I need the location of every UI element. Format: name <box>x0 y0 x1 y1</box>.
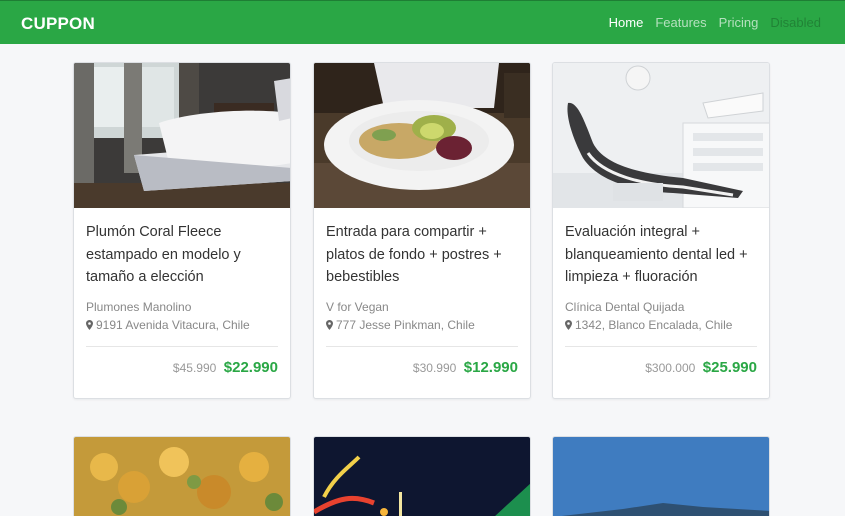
food-image <box>74 437 290 516</box>
brand-logo[interactable]: CUPPON <box>21 14 95 34</box>
address-text: 1342, Blanco Encalada, Chile <box>575 318 733 332</box>
deal-title[interactable]: Evaluación integral + blanqueamiento den… <box>565 221 757 291</box>
address: 9191 Avenida Vitacura, Chile <box>86 318 278 332</box>
old-price: $30.990 <box>412 361 457 375</box>
deal-title[interactable]: Entrada para compartir + platos de fondo… <box>326 221 518 291</box>
deal-card-image-food[interactable] <box>73 436 291 516</box>
address-text: 777 Jesse Pinkman, Chile <box>336 318 475 332</box>
map-marker-icon <box>86 320 93 330</box>
nav-disabled: Disabled <box>770 15 821 30</box>
old-price: $300.000 <box>645 361 696 375</box>
new-price: $22.990 <box>223 359 278 376</box>
deal-card[interactable]: Plumón Coral Fleece estampado en modelo … <box>73 62 291 399</box>
dental-chair-image <box>553 63 769 208</box>
old-price: $45.990 <box>172 361 217 375</box>
deal-card-image-mountain[interactable] <box>552 436 770 516</box>
price-row: $300.000 $25.990 <box>565 347 757 393</box>
merchant-name: Plumones Manolino <box>86 300 192 314</box>
nav-home[interactable]: Home <box>609 15 644 30</box>
night-lights-image <box>314 437 530 516</box>
navbar: CUPPON Home Features Pricing Disabled <box>0 0 845 44</box>
nav-features[interactable]: Features <box>655 15 706 30</box>
map-marker-icon <box>565 320 572 330</box>
merchant-name: Clínica Dental Quijada <box>565 300 685 314</box>
deal-title[interactable]: Plumón Coral Fleece estampado en modelo … <box>86 221 278 291</box>
new-price: $25.990 <box>702 359 757 376</box>
price-row: $45.990 $22.990 <box>86 347 278 393</box>
address: 1342, Blanco Encalada, Chile <box>565 318 757 332</box>
deal-card-image-night[interactable] <box>313 436 531 516</box>
nav-links: Home Features Pricing Disabled <box>609 15 821 30</box>
deal-card[interactable]: Entrada para compartir + platos de fondo… <box>313 62 531 399</box>
bedroom-image <box>74 63 290 208</box>
new-price: $12.990 <box>463 359 518 376</box>
price-row: $30.990 $12.990 <box>326 347 518 393</box>
address: 777 Jesse Pinkman, Chile <box>326 318 518 332</box>
address-text: 9191 Avenida Vitacura, Chile <box>96 318 250 332</box>
salad-plate-image <box>314 63 530 208</box>
map-marker-icon <box>326 320 333 330</box>
mountain-image <box>553 437 769 516</box>
nav-pricing[interactable]: Pricing <box>719 15 759 30</box>
deal-card[interactable]: Evaluación integral + blanqueamiento den… <box>552 62 770 399</box>
merchant-name: V for Vegan <box>326 300 389 314</box>
